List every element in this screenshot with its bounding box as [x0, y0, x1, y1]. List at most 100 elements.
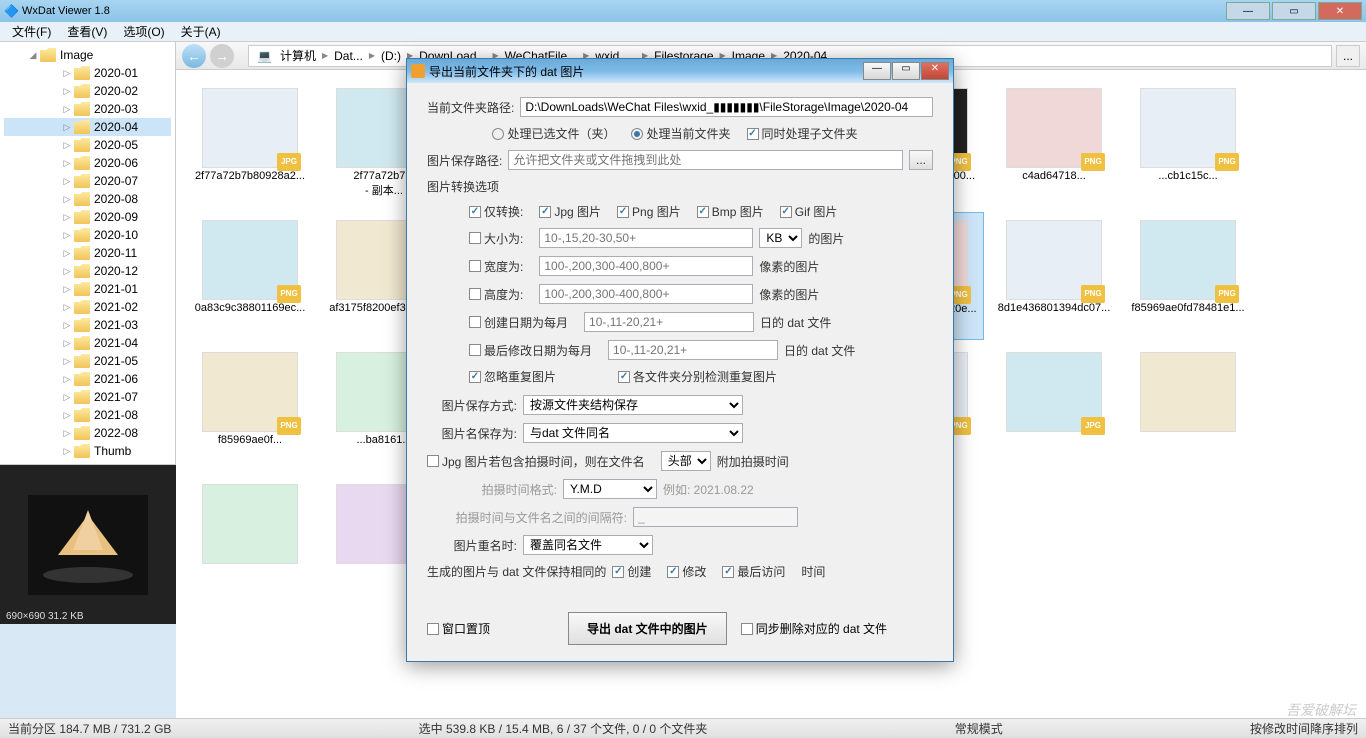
- ctime-input[interactable]: [584, 312, 754, 332]
- radio-process-current[interactable]: 处理当前文件夹: [631, 125, 730, 142]
- tree-item[interactable]: ▷2021-08: [4, 406, 171, 424]
- tree-item[interactable]: ▷2020-11: [4, 244, 171, 262]
- thumbnail-item[interactable]: PNGf85969ae0fd78481e1...: [1124, 212, 1252, 340]
- tree-item[interactable]: ▷2020-03: [4, 100, 171, 118]
- menu-about[interactable]: 关于(A): [173, 21, 229, 42]
- thumbnail-label: f85969ae0f...: [190, 434, 310, 446]
- menu-file[interactable]: 文件(F): [4, 21, 59, 42]
- thumbnail-item[interactable]: JPG: [990, 344, 1118, 472]
- check-keep-atime[interactable]: 最后访问: [722, 563, 785, 580]
- check-png[interactable]: Png 图片: [617, 203, 681, 220]
- rename-select[interactable]: 覆盖同名文件: [523, 535, 653, 555]
- jpg-time-pos-select[interactable]: 头部: [661, 451, 711, 471]
- menu-view[interactable]: 查看(V): [59, 21, 115, 42]
- thumbnail-label: 0a83c9c38801169ec...: [190, 302, 310, 314]
- save-mode-select[interactable]: 按源文件夹结构保存: [523, 395, 743, 415]
- check-process-subdirs[interactable]: 同时处理子文件夹: [747, 125, 858, 142]
- check-topmost[interactable]: 窗口置顶: [427, 620, 490, 637]
- check-mtime[interactable]: 最后修改日期为每月: [469, 342, 592, 359]
- tree-item[interactable]: ▷2021-01: [4, 280, 171, 298]
- tree-item[interactable]: ▷2020-02: [4, 82, 171, 100]
- dialog-close-button[interactable]: ✕: [921, 62, 949, 80]
- minimize-button[interactable]: —: [1226, 2, 1270, 20]
- current-path-input[interactable]: [520, 97, 933, 117]
- thumbnail-item[interactable]: PNG8d1e436801394dc07...: [990, 212, 1118, 340]
- tree-item[interactable]: ▷2020-05: [4, 136, 171, 154]
- check-sync-delete[interactable]: 同步删除对应的 dat 文件: [741, 620, 887, 637]
- save-path-input[interactable]: [508, 150, 903, 170]
- tree-item[interactable]: ▷2020-04: [4, 118, 171, 136]
- check-jpg[interactable]: Jpg 图片: [539, 203, 601, 220]
- tree-item[interactable]: ▷2021-06: [4, 370, 171, 388]
- menu-options[interactable]: 选项(O): [115, 21, 172, 42]
- thumbnail-item[interactable]: PNGc4ad64718...: [990, 80, 1118, 208]
- breadcrumb-overflow[interactable]: ...: [1336, 45, 1360, 67]
- nav-back-button[interactable]: ←: [182, 44, 206, 68]
- status-mid: 选中 539.8 KB / 15.4 MB, 6 / 37 个文件, 0 / 0…: [419, 720, 708, 737]
- mtime-input[interactable]: [608, 340, 778, 360]
- breadcrumb-item[interactable]: 计算机: [276, 47, 320, 64]
- thumbnail-item[interactable]: JPG2f77a72b7b80928a2...: [186, 80, 314, 208]
- tree-item[interactable]: ▷2020-08: [4, 190, 171, 208]
- thumbnail-item[interactable]: [1124, 344, 1252, 472]
- nav-forward-button[interactable]: →: [210, 44, 234, 68]
- width-input[interactable]: [539, 256, 753, 276]
- breadcrumb-item[interactable]: Dat...: [330, 49, 367, 63]
- thumbnail-item[interactable]: PNG...cb1c15c...: [1124, 80, 1252, 208]
- name-mode-select[interactable]: 与dat 文件同名: [523, 423, 743, 443]
- tree-item[interactable]: ▷2021-05: [4, 352, 171, 370]
- format-badge-icon: JPG: [1081, 417, 1105, 435]
- radio-process-selected[interactable]: 处理已选文件（夹）: [492, 125, 615, 142]
- watermark: 吾爱破解坛: [1286, 700, 1356, 720]
- thumbnail-item[interactable]: PNGf85969ae0f...: [186, 344, 314, 472]
- size-unit-select[interactable]: KB: [759, 228, 802, 248]
- check-keep-ctime[interactable]: 创建: [612, 563, 651, 580]
- check-only-convert[interactable]: 仅转换:: [469, 203, 523, 220]
- tree-item[interactable]: ▷2020-01: [4, 64, 171, 82]
- dialog-minimize-button[interactable]: —: [863, 62, 891, 80]
- tree-item[interactable]: ▷2020-07: [4, 172, 171, 190]
- maximize-button[interactable]: ▭: [1272, 2, 1316, 20]
- tree-item[interactable]: ▷2021-07: [4, 388, 171, 406]
- thumbnail-label: 2f77a72b7b80928a2...: [190, 170, 310, 182]
- name-mode-label: 图片名保存为:: [427, 425, 517, 442]
- dialog-titlebar[interactable]: 导出当前文件夹下的 dat 图片 — ▭ ✕: [407, 59, 953, 83]
- check-per-folder-dup[interactable]: 各文件夹分别检测重复图片: [618, 368, 777, 385]
- check-gif[interactable]: Gif 图片: [780, 203, 838, 220]
- browse-button[interactable]: ...: [909, 150, 933, 170]
- tree-item[interactable]: ▷2020-12: [4, 262, 171, 280]
- sep-label: 拍摄时间与文件名之间的间隔符:: [427, 509, 627, 526]
- tree-item[interactable]: ▷2020-06: [4, 154, 171, 172]
- tree-item[interactable]: ▷2020-09: [4, 208, 171, 226]
- tree-item[interactable]: ▷2021-02: [4, 298, 171, 316]
- export-button[interactable]: 导出 dat 文件中的图片: [568, 612, 727, 645]
- thumbnail-item[interactable]: PNG0a83c9c38801169ec...: [186, 212, 314, 340]
- check-jpg-time[interactable]: Jpg 图片若包含拍摄时间，则在文件名: [427, 453, 645, 470]
- tree-item[interactable]: ▷2021-04: [4, 334, 171, 352]
- dialog-maximize-button[interactable]: ▭: [892, 62, 920, 80]
- height-input[interactable]: [539, 284, 753, 304]
- check-ctime[interactable]: 创建日期为每月: [469, 314, 568, 331]
- tree-item[interactable]: ▷Thumb: [4, 442, 171, 460]
- check-ignore-dup[interactable]: 忽略重复图片: [469, 368, 556, 385]
- check-size[interactable]: 大小为:: [469, 230, 523, 247]
- tree-root[interactable]: ◢Image: [4, 46, 171, 64]
- preview-meta: 690×690 31.2 KB: [6, 611, 84, 622]
- check-width[interactable]: 宽度为:: [469, 258, 523, 275]
- close-button[interactable]: ✕: [1318, 2, 1362, 20]
- check-bmp[interactable]: Bmp 图片: [697, 203, 764, 220]
- check-height[interactable]: 高度为:: [469, 286, 523, 303]
- folder-tree[interactable]: ◢Image▷2020-01▷2020-02▷2020-03▷2020-04▷2…: [0, 42, 176, 464]
- save-path-label: 图片保存路径:: [427, 152, 502, 169]
- tree-item[interactable]: ▷2021-03: [4, 316, 171, 334]
- format-badge-icon: PNG: [277, 417, 301, 435]
- format-badge-icon: PNG: [277, 285, 301, 303]
- tree-item[interactable]: ▷2022-08: [4, 424, 171, 442]
- thumbnail-item[interactable]: [186, 476, 314, 604]
- size-input[interactable]: [539, 228, 753, 248]
- format-badge-icon: PNG: [1215, 153, 1239, 171]
- section-convert-options: 图片转换选项: [427, 178, 933, 195]
- tree-item[interactable]: ▷2020-10: [4, 226, 171, 244]
- check-keep-mtime[interactable]: 修改: [667, 563, 706, 580]
- breadcrumb-item[interactable]: (D:): [377, 49, 405, 63]
